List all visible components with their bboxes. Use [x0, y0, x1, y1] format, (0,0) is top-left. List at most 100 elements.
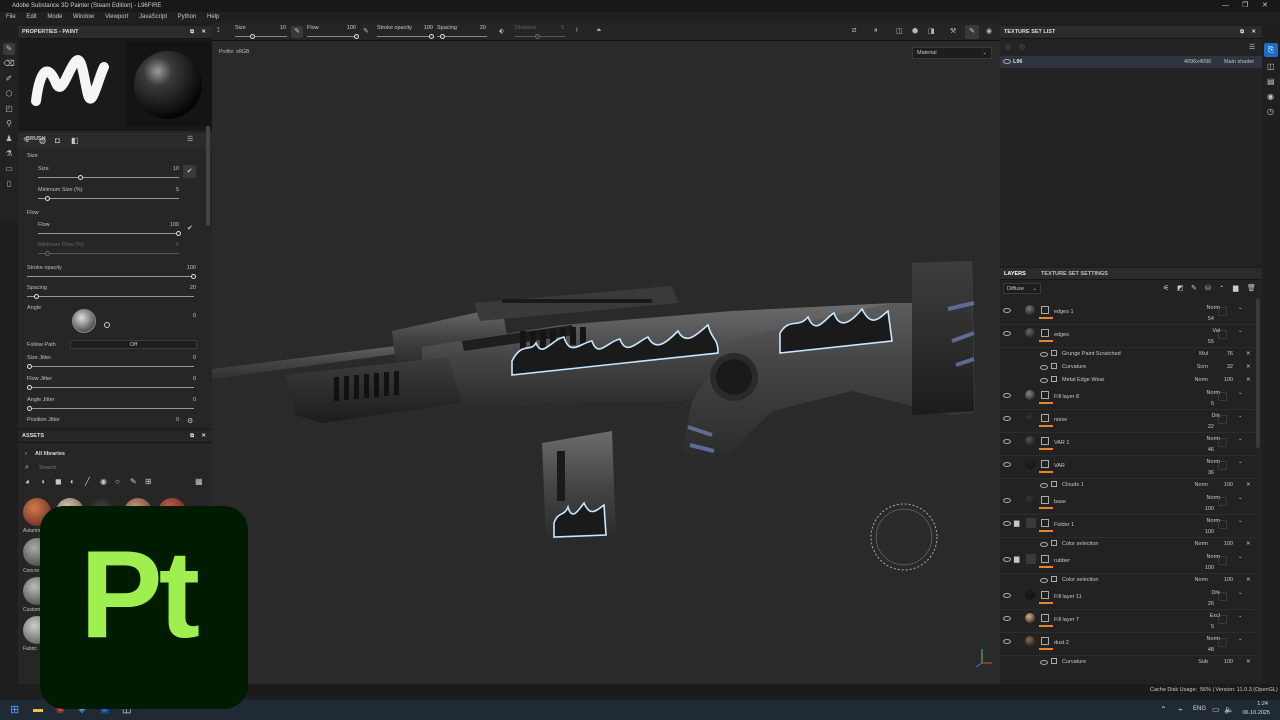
- effect-visibility-eye-icon[interactable]: [1040, 660, 1048, 665]
- layer-visibility-eye-icon[interactable]: [1003, 521, 1011, 526]
- layer-blend-mode[interactable]: Excl: [1190, 613, 1220, 619]
- effect-close-icon[interactable]: ✕: [1246, 659, 1251, 665]
- tray-chevron-icon[interactable]: ⌃: [1160, 705, 1167, 714]
- menu-viewport[interactable]: Viewport: [105, 14, 128, 20]
- angle-knob[interactable]: [104, 322, 110, 328]
- material-tab-icon[interactable]: ◧: [71, 136, 79, 145]
- toolbar-spacing-value[interactable]: 20: [468, 25, 486, 31]
- layer-opacity[interactable]: 5: [1184, 401, 1214, 407]
- layer-visibility-eye-icon[interactable]: [1003, 557, 1011, 562]
- menu-mode[interactable]: Mode: [47, 14, 62, 20]
- layer-row[interactable]: Fill layer 11 Drk 26 ⌄: [1000, 587, 1256, 610]
- angle-dial[interactable]: [72, 309, 96, 333]
- texture-set-eye-icon[interactable]: [1003, 59, 1011, 64]
- effect-name[interactable]: Color selection: [1062, 577, 1098, 583]
- tab-texture-set-settings[interactable]: TEXTURE SET SETTINGS: [1041, 271, 1108, 277]
- stroke-opacity-slider[interactable]: [27, 274, 196, 279]
- add-fill-layer-icon[interactable]: ⛁: [1205, 284, 1211, 292]
- layer-mask-icon[interactable]: [1041, 614, 1049, 622]
- flow-jitter-slider[interactable]: [27, 385, 194, 390]
- projection-tool-icon[interactable]: ✐: [3, 73, 15, 85]
- layer-opacity[interactable]: 46: [1184, 447, 1214, 453]
- size-jitter-knob[interactable]: [27, 364, 32, 369]
- toolbar-spacing-slider[interactable]: [437, 34, 487, 39]
- layer-opacity[interactable]: 36: [1184, 470, 1214, 476]
- layer-mask-icon[interactable]: [1041, 329, 1049, 337]
- filters-filter-icon[interactable]: ⊞: [145, 477, 152, 486]
- layer-blend-mode[interactable]: Norm: [1190, 305, 1220, 311]
- layer-effect-row[interactable]: Color selection Norm 100 ✕: [1000, 574, 1256, 587]
- size-value[interactable]: 10: [149, 166, 179, 172]
- maximize-button[interactable]: ❐: [1242, 0, 1248, 12]
- blend-chevron-icon[interactable]: ⌄: [1238, 495, 1243, 501]
- angle-jitter-value[interactable]: 0: [166, 397, 196, 403]
- layer-mask-icon[interactable]: [1041, 437, 1049, 445]
- layer-visibility-eye-icon[interactable]: [1003, 439, 1011, 444]
- asset-search-input[interactable]: Search: [39, 465, 56, 471]
- library-selector[interactable]: All libraries: [35, 451, 65, 457]
- effect-opacity[interactable]: 100: [1203, 577, 1233, 583]
- layer-blend-mode[interactable]: Norm: [1190, 459, 1220, 465]
- layer-visibility-eye-icon[interactable]: [1003, 498, 1011, 503]
- layer-visibility-eye-icon[interactable]: [1003, 308, 1011, 313]
- stencil-tab-icon[interactable]: ◘: [55, 136, 60, 145]
- layer-row[interactable]: ▆ rubber Norm 100 ⌄: [1000, 551, 1256, 574]
- layer-name[interactable]: rubber: [1054, 558, 1070, 564]
- effect-visibility-eye-icon[interactable]: [1040, 352, 1048, 357]
- symmetry-axis-icon[interactable]: ⟊: [576, 27, 578, 35]
- effect-opacity[interactable]: 100: [1203, 541, 1233, 547]
- blend-chevron-icon[interactable]: ⌄: [1238, 436, 1243, 442]
- layer-opacity[interactable]: 100: [1184, 565, 1214, 571]
- blend-chevron-icon[interactable]: ⌄: [1238, 518, 1243, 524]
- layer-visibility-eye-icon[interactable]: [1003, 616, 1011, 621]
- spacing-knob[interactable]: [34, 294, 39, 299]
- toolbar-size-value[interactable]: 10: [274, 25, 286, 31]
- layer-name[interactable]: Fill layer 11: [1054, 594, 1082, 600]
- layer-opacity[interactable]: 26: [1184, 601, 1214, 607]
- materials-filter-icon[interactable]: ◕: [25, 477, 30, 486]
- display-settings-side-icon[interactable]: ◉: [1267, 92, 1274, 101]
- display-settings-icon[interactable]: ⬢: [912, 27, 918, 35]
- effect-name[interactable]: Color selection: [1062, 541, 1098, 547]
- delete-layer-icon[interactable]: 🗑: [1247, 284, 1256, 292]
- texture-set-shader[interactable]: Main shader: [1224, 59, 1254, 65]
- environments-filter-icon[interactable]: ○: [115, 477, 120, 486]
- toolbar-flow-knob[interactable]: [354, 34, 359, 39]
- close-tsl-icon[interactable]: ✕: [1251, 26, 1256, 39]
- toolbar-size-slider[interactable]: [235, 34, 287, 39]
- effect-close-icon[interactable]: ✕: [1246, 482, 1251, 488]
- layer-effect-row[interactable]: Curvature Scrn 32 ✕: [1000, 361, 1256, 374]
- effect-name[interactable]: Clouds 1: [1062, 482, 1084, 488]
- blend-chevron-icon[interactable]: ⌄: [1238, 390, 1243, 396]
- layer-visibility-eye-icon[interactable]: [1003, 331, 1011, 336]
- effect-visibility-eye-icon[interactable]: [1040, 483, 1048, 488]
- particles-filter-icon[interactable]: ◉: [100, 477, 107, 486]
- folder-icon[interactable]: ▆: [1014, 555, 1019, 563]
- layer-effect-row[interactable]: Clouds 1 Norm 100 ✕: [1000, 479, 1256, 492]
- layer-blend-mode[interactable]: Drk: [1190, 413, 1220, 419]
- layers-scrollbar[interactable]: [1256, 298, 1260, 448]
- pause-render-icon[interactable]: ⏸: [874, 27, 878, 35]
- layer-name[interactable]: Fill layer 7: [1054, 617, 1079, 623]
- effect-name[interactable]: Curvature: [1062, 659, 1086, 665]
- layer-visibility-eye-icon[interactable]: [1003, 393, 1011, 398]
- clock-time[interactable]: 1:24: [1244, 701, 1268, 707]
- layers-icon[interactable]: ◫: [1267, 62, 1275, 71]
- blend-chevron-icon[interactable]: ⌄: [1238, 413, 1243, 419]
- effect-name[interactable]: Metal Edge Wear: [1062, 377, 1104, 383]
- material-picker-icon[interactable]: ♟: [3, 133, 15, 145]
- effect-visibility-eye-icon[interactable]: [1040, 365, 1048, 370]
- library-chevron-icon[interactable]: ›: [25, 451, 27, 457]
- min-size-knob[interactable]: [45, 196, 50, 201]
- bake-icon[interactable]: ▭: [3, 163, 15, 175]
- layer-row[interactable]: edges 1 Norm 54 ⌄: [1000, 302, 1256, 325]
- layer-name[interactable]: base: [1054, 499, 1066, 505]
- flow-slider[interactable]: [38, 231, 181, 236]
- toolbar-stroke-slider[interactable]: [377, 34, 434, 39]
- layer-blend-mode[interactable]: Norm: [1190, 636, 1220, 642]
- add-smart-material-icon[interactable]: ◔: [1219, 284, 1223, 291]
- menu-python[interactable]: Python: [178, 14, 197, 20]
- effect-opacity[interactable]: 100: [1203, 482, 1233, 488]
- flow-value[interactable]: 100: [149, 222, 179, 228]
- effect-opacity[interactable]: 100: [1203, 659, 1233, 665]
